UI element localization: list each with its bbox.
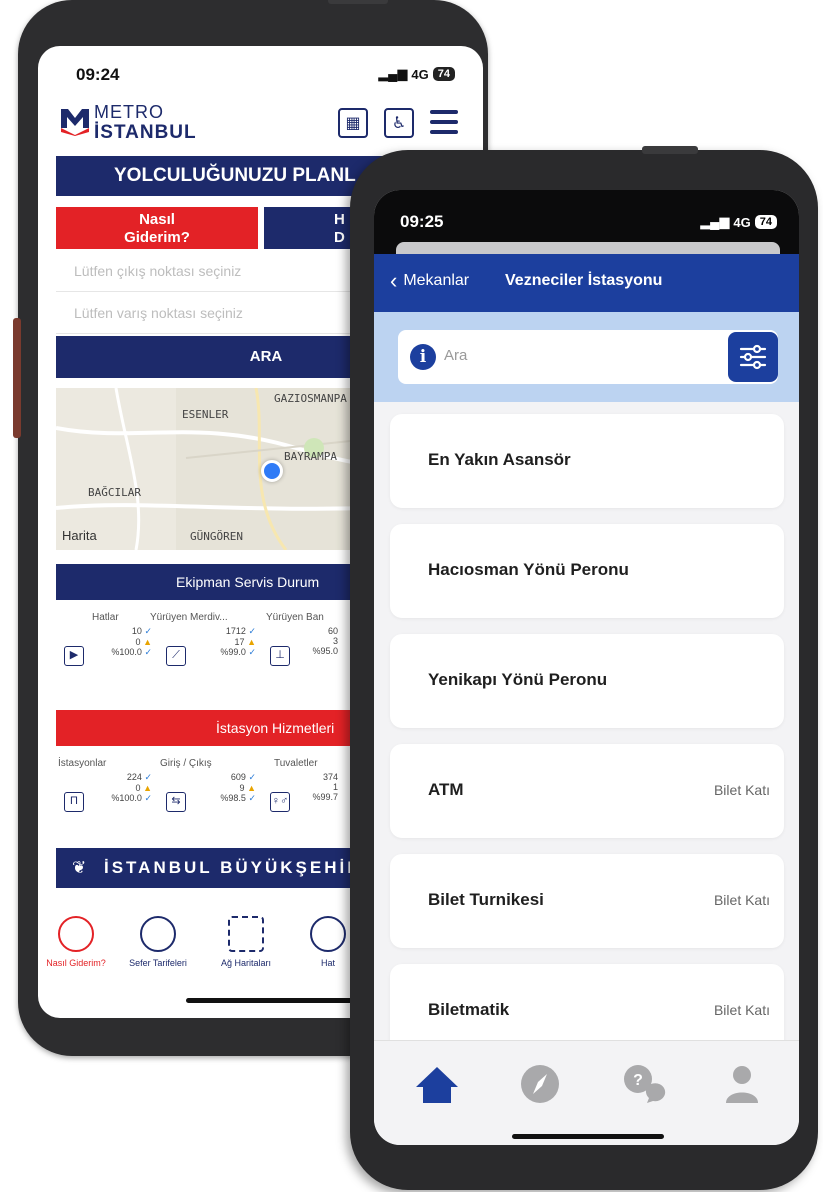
column-header: Hatlar — [92, 612, 119, 623]
status-bar: 09:25 ▂▄▆ 4G 74 — [374, 190, 799, 256]
info-icon[interactable]: i — [410, 344, 436, 370]
metro-line-icon: ▶ — [64, 646, 84, 666]
status-bar: 09:24 ▂▄▆ 4G 74 — [38, 46, 483, 100]
bottom-tabbar: ? — [374, 1040, 799, 1145]
front-phone-screen: 09:25 ▂▄▆ 4G 74 ‹ Mekanlar Vezneciler İs… — [374, 190, 799, 1145]
entry-exit-icon: ⇆ — [166, 792, 186, 812]
item-floor: Bilet Katı — [713, 1002, 770, 1018]
service-stat: 374 1 %99.7 — [312, 772, 338, 802]
map-label: BAĞCILAR — [88, 486, 141, 499]
item-name: ATM — [428, 780, 464, 799]
menu-icon[interactable] — [430, 110, 458, 134]
network-label: 4G — [411, 66, 429, 82]
help-chat-icon[interactable]: ? — [617, 1059, 667, 1109]
line-icon — [310, 916, 346, 952]
map-label: BAYRAMPA — [284, 450, 337, 463]
item-name: Biletmatik — [428, 1000, 510, 1019]
column-header: Tuvaletler — [274, 758, 318, 769]
map-label: GAZIOSMANPA — [274, 392, 347, 405]
tab-how-line1: Nasıl — [139, 211, 175, 228]
metro-logo-mark-icon — [61, 109, 89, 136]
item-name: Hacıosman Yönü Peronu — [428, 560, 629, 579]
nav-bar: ‹ Mekanlar Vezneciler İstasyonu — [374, 254, 799, 312]
back-button[interactable]: ‹ Mekanlar — [390, 268, 470, 293]
tab-how-line2: Giderim? — [124, 229, 190, 246]
battery-icon: 74 — [754, 215, 777, 229]
signal-icon: ▂▄▆ — [700, 214, 730, 229]
chevron-left-icon: ‹ — [390, 268, 398, 293]
list-item[interactable]: ATM Bilet Katı — [390, 744, 784, 838]
logo-line1: METRO — [94, 102, 164, 122]
column-header: Giriş / Çıkış — [160, 758, 212, 769]
item-floor: Bilet Katı — [713, 782, 770, 798]
sliders-icon — [739, 344, 767, 370]
filter-button[interactable] — [728, 332, 778, 382]
item-floor: Bilet Katı — [713, 892, 770, 908]
moving-walkway-icon: ⊥ — [270, 646, 290, 666]
tab-sefer-tarifeleri[interactable]: Sefer Tarifeleri — [118, 902, 198, 968]
back-label: Mekanlar — [403, 272, 470, 289]
home-icon[interactable] — [412, 1059, 462, 1109]
train-icon — [140, 916, 176, 952]
service-stat: 224 ✓ 0 ▲ %100.0 ✓ — [111, 772, 152, 803]
item-name: Yenikapı Yönü Peronu — [428, 670, 608, 689]
top-button — [642, 146, 698, 154]
ibb-tulip-icon: ❦ — [72, 858, 90, 877]
network-map-icon — [228, 916, 264, 952]
item-name: Bilet Turnikesi — [428, 890, 544, 909]
search-band: i Ara — [374, 312, 799, 402]
column-header: Yürüyen Ban — [266, 612, 324, 623]
equipment-stat: 60 3 %95.0 — [312, 626, 338, 656]
status-time: 09:24 — [76, 65, 120, 84]
list-item[interactable]: Yenikapı Yönü Peronu — [390, 634, 784, 728]
qr-code-icon[interactable]: ▦ — [338, 108, 368, 138]
column-header: Yürüyen Merdiv... — [150, 612, 228, 623]
service-stat: 609 ✓ 9 ▲ %98.5 ✓ — [220, 772, 256, 803]
map-label: ESENLER — [182, 408, 229, 421]
status-time: 09:25 — [400, 212, 444, 231]
network-label: 4G — [733, 214, 751, 230]
toilet-icon: ♀♂ — [270, 792, 290, 812]
signal-icon: ▂▄▆ — [378, 66, 408, 81]
tab-nasil-giderim[interactable]: Nasıl Giderim? — [38, 902, 116, 968]
home-indicator — [512, 1134, 664, 1139]
svg-text:?: ? — [633, 1072, 643, 1089]
list-item[interactable]: Hacıosman Yönü Peronu — [390, 524, 784, 618]
logo-line2: İSTANBUL — [94, 122, 197, 143]
side-button — [13, 318, 21, 438]
profile-icon[interactable] — [717, 1059, 767, 1109]
list-item[interactable]: En Yakın Asansör — [390, 414, 784, 508]
column-header: İstasyonlar — [58, 758, 107, 769]
metro-istanbul-logo[interactable]: METRO İSTANBUL — [60, 102, 230, 146]
status-right: ▂▄▆ 4G 74 — [378, 66, 455, 82]
map-label: GÜNGÖREN — [190, 530, 243, 543]
list-item[interactable]: Bilet Turnikesi Bilet Katı — [390, 854, 784, 948]
page-title: Vezneciler İstasyonu — [505, 272, 663, 289]
accessibility-icon[interactable]: ♿ — [384, 108, 414, 138]
tab-ag-haritalari[interactable]: Ağ Haritaları — [206, 902, 286, 968]
top-button — [328, 0, 388, 4]
item-name: En Yakın Asansör — [428, 450, 571, 469]
compass-icon[interactable] — [515, 1059, 565, 1109]
equipment-stat: 10 ✓ 0 ▲ %100.0 ✓ — [111, 626, 152, 657]
equipment-stat: 1712 ✓ 17 ▲ %99.0 ✓ — [220, 626, 256, 657]
status-right: ▂▄▆ 4G 74 — [700, 214, 777, 230]
route-icon — [58, 916, 94, 952]
home-indicator — [186, 998, 356, 1003]
tab-how-do-i-go[interactable]: Nasıl Giderim? — [56, 207, 258, 249]
battery-icon: 74 — [432, 67, 455, 81]
search-placeholder: Ara — [444, 347, 468, 364]
station-icon: Π — [64, 792, 84, 812]
map-attribution: Harita — [62, 528, 97, 543]
escalator-icon: ⟋ — [166, 646, 186, 666]
current-location-dot — [261, 460, 283, 482]
search-input[interactable]: i Ara — [398, 330, 778, 384]
